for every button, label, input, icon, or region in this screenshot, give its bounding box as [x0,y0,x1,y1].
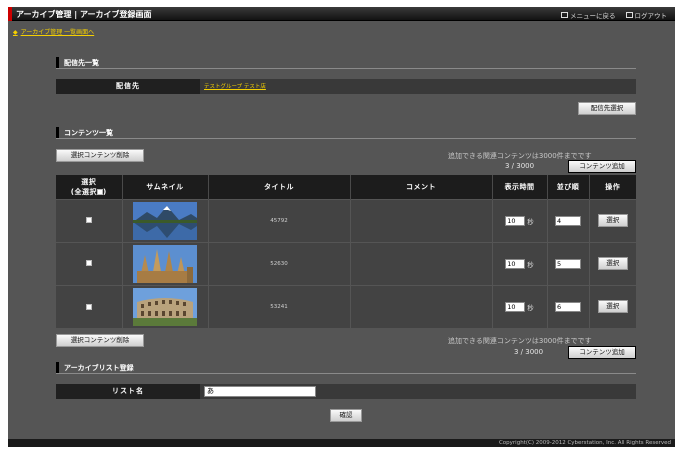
content-count-bottom: 3 / 3000 [514,348,544,356]
mountain-lake-thumbnail [133,201,197,240]
table-row: 53241 10 秒 6 選択 [56,284,636,328]
thumbnail-cell [122,284,209,328]
action-cell: 選択 [589,198,636,242]
list-name-input[interactable]: あ [204,386,316,397]
menu-link-label: メニューに戻る [570,12,616,20]
table-row: 52630 10 秒 5 選択 [56,241,636,285]
col-select: 選択 (全選択) [56,175,123,199]
add-content-button[interactable]: コンテンツ追加 [568,160,636,173]
row-select-cell [56,198,123,242]
header-accent [8,7,12,21]
delivery-section-title: 配信先一覧 [64,59,99,67]
col-order: 並び順 [547,175,590,199]
order-cell: 5 [547,241,590,285]
cathedral-thumbnail [133,244,197,283]
section-marker [56,127,59,138]
col-thumbnail: サムネイル [122,175,209,199]
display-time-cell: 10 秒 [492,284,548,328]
order-cell: 4 [547,198,590,242]
comment-cell [350,284,493,328]
thumbnail-cell [122,241,209,285]
col-comment: コメント [350,175,493,199]
delivery-section-heading: 配信先一覧 [56,57,636,69]
title-cell: 52630 [208,241,351,285]
title-cell: 53241 [208,284,351,328]
order-input[interactable]: 5 [555,258,581,269]
col-display-time: 表示時間 [492,175,548,199]
comment-cell [350,241,493,285]
list-section-heading: アーカイブリスト登録 [56,362,636,374]
select-all-label: (全選択 [70,187,97,196]
col-select-label: 選択 [81,177,97,186]
comment-cell [350,198,493,242]
section-marker [56,362,59,373]
col-action: 操作 [589,175,636,199]
row-checkbox[interactable] [85,260,92,267]
select-all-control[interactable]: (全選択) [56,187,122,197]
contents-section-title: コンテンツ一覧 [64,129,113,137]
row-select-cell [56,284,123,328]
contents-table: 選択 (全選択) サムネイル タイトル コメント 表示時間 並び順 操作 457… [56,175,636,328]
section-marker [56,57,59,68]
col-title: タイトル [208,175,351,199]
arrow-right-icon: ◆ [13,29,18,36]
footer-copyright: Copyright(C) 2009-2012 Cyberstation, Inc… [8,439,675,447]
display-time-input[interactable]: 10 [505,258,526,269]
select-delivery-button[interactable]: 配信先選択 [578,102,636,115]
order-cell: 6 [547,284,590,328]
limit-note-bottom: 追加できる関連コンテンツは3000件までです [448,337,592,345]
row-checkbox[interactable] [85,303,92,310]
add-content-button-bottom[interactable]: コンテンツ追加 [568,346,636,359]
page-title: アーカイブ管理 | アーカイブ登録画面 [16,10,152,19]
home-icon [561,12,568,18]
delete-selected-button[interactable]: 選択コンテンツ削除 [56,149,144,162]
action-cell: 選択 [589,241,636,285]
seconds-unit: 秒 [527,260,534,269]
row-select-button[interactable]: 選択 [597,214,628,227]
menu-link[interactable]: メニューに戻る [561,10,616,20]
row-select-button[interactable]: 選択 [597,300,628,314]
title-cell: 45792 [208,198,351,242]
table-row: 45792 10 秒 4 選択 [56,198,636,242]
delete-selected-button-bottom[interactable]: 選択コンテンツ削除 [56,334,144,347]
list-name-label: リスト名 [56,384,200,399]
confirm-button[interactable]: 確認 [330,409,362,422]
delivery-value[interactable]: テストグループ テスト店 [204,82,266,90]
logout-icon [625,12,633,18]
row-checkbox[interactable] [85,217,92,224]
select-all-checkbox[interactable] [97,188,103,195]
thumbnail-cell [122,198,209,242]
display-time-cell: 10 秒 [492,241,548,285]
logout-link[interactable]: ログアウト [625,10,668,20]
order-input[interactable]: 4 [555,215,581,226]
header-links: メニューに戻る ログアウト [561,10,667,20]
breadcrumb[interactable]: ◆ アーカイブ管理 一覧画面へ [13,27,94,36]
seconds-unit: 秒 [527,217,534,226]
app-frame: アーカイブ管理 | アーカイブ登録画面 メニューに戻る ログアウト ◆ アーカイブ… [8,7,675,447]
contents-section-heading: コンテンツ一覧 [56,127,636,139]
logout-link-label: ログアウト [634,12,668,20]
delivery-label: 配信先 [56,79,200,94]
action-cell: 選択 [589,284,636,328]
row-select-cell [56,241,123,285]
breadcrumb-link[interactable]: アーカイブ管理 一覧画面へ [21,29,95,36]
colosseum-thumbnail [133,287,197,326]
list-name-row: リスト名 あ [56,384,636,399]
content-count: 3 / 3000 [505,162,535,170]
delivery-row: 配信先 テストグループ テスト店 [56,79,636,94]
display-time-cell: 10 秒 [492,198,548,242]
display-time-input[interactable]: 10 [505,215,526,226]
seconds-unit: 秒 [527,303,534,312]
header-bar: アーカイブ管理 | アーカイブ登録画面 メニューに戻る ログアウト [8,7,675,21]
display-time-input[interactable]: 10 [505,301,526,312]
order-input[interactable]: 6 [555,301,581,312]
list-section-title: アーカイブリスト登録 [64,364,134,372]
row-select-button[interactable]: 選択 [597,257,628,270]
table-header-row: 選択 (全選択) サムネイル タイトル コメント 表示時間 並び順 操作 [56,175,636,199]
